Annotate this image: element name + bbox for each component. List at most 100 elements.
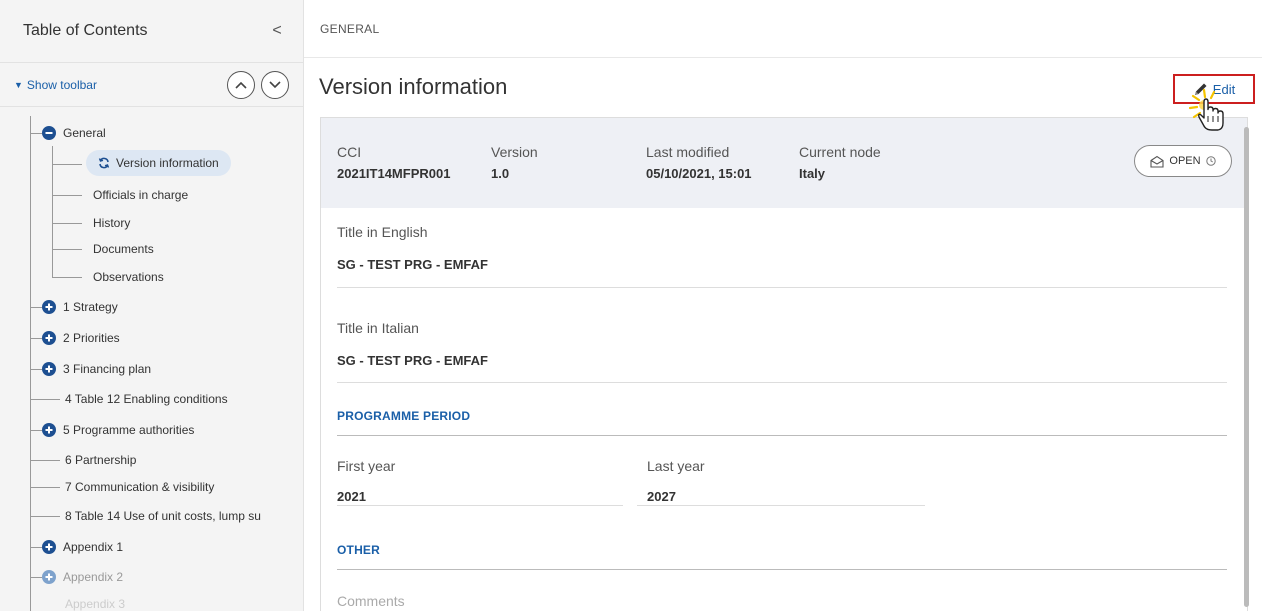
toc-item-label: Officials in charge (93, 188, 189, 202)
main-content: GENERAL Version information Edit CCI 202… (304, 0, 1262, 611)
toc-item-unit-costs[interactable]: 8 Table 14 Use of unit costs, lump su (65, 502, 297, 530)
sidebar-header: Table of Contents < (0, 0, 303, 63)
current-node-field: Current node Italy (799, 144, 881, 181)
first-year-field: First year 2021 (337, 458, 617, 504)
toc-item-appendix-3[interactable]: Appendix 3 (65, 590, 125, 611)
collapse-node-icon (42, 126, 56, 140)
toc-item-label: Appendix 2 (63, 570, 124, 584)
title-english-value: SG - TEST PRG - EMFAF (337, 257, 488, 272)
toc-item-priorities[interactable]: 2 Priorities (42, 324, 120, 352)
tree-branch-line (52, 146, 53, 278)
toc-item-general[interactable]: General (42, 119, 106, 147)
expand-node-icon (42, 570, 56, 584)
last-modified-field: Last modified 05/10/2021, 15:01 (646, 144, 752, 181)
last-year-field: Last year 2027 (647, 458, 927, 504)
breadcrumb: GENERAL (320, 22, 380, 36)
toc-item-observations[interactable]: Observations (93, 263, 164, 291)
toc-item-officials[interactable]: Officials in charge (93, 181, 188, 209)
scrollbar[interactable] (1241, 117, 1250, 611)
collapse-sidebar-icon[interactable]: < (267, 22, 287, 40)
field-divider (337, 382, 1227, 383)
chevron-up-icon (235, 81, 247, 89)
chevron-down-icon (269, 80, 281, 88)
field-divider (337, 287, 1227, 288)
title-italian-field: Title in Italian SG - TEST PRG - EMFAF (337, 320, 1227, 368)
status-label: OPEN (1169, 155, 1201, 167)
expand-node-icon (42, 300, 56, 314)
cci-label: CCI (337, 144, 362, 160)
tree-tick (52, 164, 82, 165)
title-english-label: Title in English (337, 224, 428, 240)
refresh-icon (98, 157, 110, 169)
toc-item-history[interactable]: History (93, 209, 130, 237)
first-year-label: First year (337, 458, 396, 474)
tree-trunk-line (30, 116, 31, 611)
toc-item-label: 4 Table 12 Enabling conditions (65, 392, 228, 406)
status-badge: OPEN (1134, 145, 1232, 177)
toc-item-programme-authorities[interactable]: 5 Programme authorities (42, 416, 194, 444)
tree-tick (30, 547, 42, 548)
programme-period-heading: PROGRAMME PERIOD (337, 409, 471, 423)
field-divider (637, 505, 925, 506)
sidebar-toolbar: ▼ Show toolbar (0, 63, 303, 107)
toc-item-communication[interactable]: 7 Communication & visibility (65, 473, 214, 501)
toc-item-label: History (93, 216, 131, 230)
meta-bar: CCI 2021IT14MFPR001 Version 1.0 Last mod… (321, 118, 1247, 208)
toc-item-label: 3 Financing plan (63, 362, 152, 376)
other-heading: OTHER (337, 543, 380, 557)
toc-item-label: Version information (116, 156, 219, 170)
tree-tick (52, 195, 82, 196)
clock-icon (1205, 156, 1216, 166)
header-divider (304, 57, 1262, 58)
tree-tick (30, 460, 60, 461)
last-year-value: 2027 (647, 489, 676, 504)
field-divider (337, 505, 623, 506)
click-cursor-icon (1188, 88, 1236, 134)
expand-node-icon (42, 331, 56, 345)
title-english-field: Title in English SG - TEST PRG - EMFAF (337, 224, 1227, 272)
tree-tick (30, 516, 60, 517)
toc-item-label: 5 Programme authorities (63, 423, 195, 437)
toc-item-appendix-1[interactable]: Appendix 1 (42, 533, 123, 561)
cci-value: 2021IT14MFPR001 (337, 166, 451, 181)
tree-tick (30, 369, 42, 370)
toc-item-label: 6 Partnership (65, 453, 137, 467)
show-toolbar-toggle[interactable]: ▼ Show toolbar (14, 78, 97, 92)
tree-tick (30, 399, 60, 400)
toc-item-strategy[interactable]: 1 Strategy (42, 293, 118, 321)
toc-item-label: 1 Strategy (63, 300, 118, 314)
chevron-up-button[interactable] (227, 70, 255, 99)
toc-item-partnership[interactable]: 6 Partnership (65, 446, 136, 474)
toc-item-label: Documents (93, 242, 154, 256)
tree-tick (52, 277, 82, 278)
tree-tick (30, 338, 42, 339)
tree-tick (30, 307, 42, 308)
cci-field: CCI 2021IT14MFPR001 (337, 144, 450, 181)
version-field: Version 1.0 (491, 144, 538, 181)
chevron-down-button[interactable] (261, 70, 289, 99)
tree-tick (52, 223, 82, 224)
version-label: Version (491, 144, 538, 160)
section-divider (337, 435, 1227, 436)
toc-item-label: 2 Priorities (63, 331, 120, 345)
table-of-contents-sidebar: Table of Contents < ▼ Show toolbar Gener… (0, 0, 304, 611)
sidebar-title: Table of Contents (23, 22, 148, 39)
version-value: 1.0 (491, 166, 510, 181)
tree-tick (30, 577, 42, 578)
current-node-label: Current node (799, 144, 881, 160)
toc-item-documents[interactable]: Documents (93, 235, 154, 263)
toc-item-label: 7 Communication & visibility (65, 480, 215, 494)
expand-node-icon (42, 362, 56, 376)
toc-item-enabling-conditions[interactable]: 4 Table 12 Enabling conditions (65, 385, 228, 413)
title-italian-label: Title in Italian (337, 320, 419, 336)
version-info-card: CCI 2021IT14MFPR001 Version 1.0 Last mod… (320, 117, 1248, 611)
toc-item-label: 8 Table 14 Use of unit costs, lump su (65, 509, 261, 523)
scrollbar-thumb[interactable] (1244, 127, 1249, 607)
toc-item-label: Appendix 3 (65, 597, 126, 611)
toc-item-financing-plan[interactable]: 3 Financing plan (42, 355, 151, 383)
toc-item-appendix-2[interactable]: Appendix 2 (42, 563, 123, 591)
caret-down-icon: ▼ (14, 79, 23, 90)
toc-item-version-information[interactable]: Version information (86, 149, 231, 177)
tree-tick (30, 133, 42, 134)
toc-item-label: Appendix 1 (63, 540, 124, 554)
